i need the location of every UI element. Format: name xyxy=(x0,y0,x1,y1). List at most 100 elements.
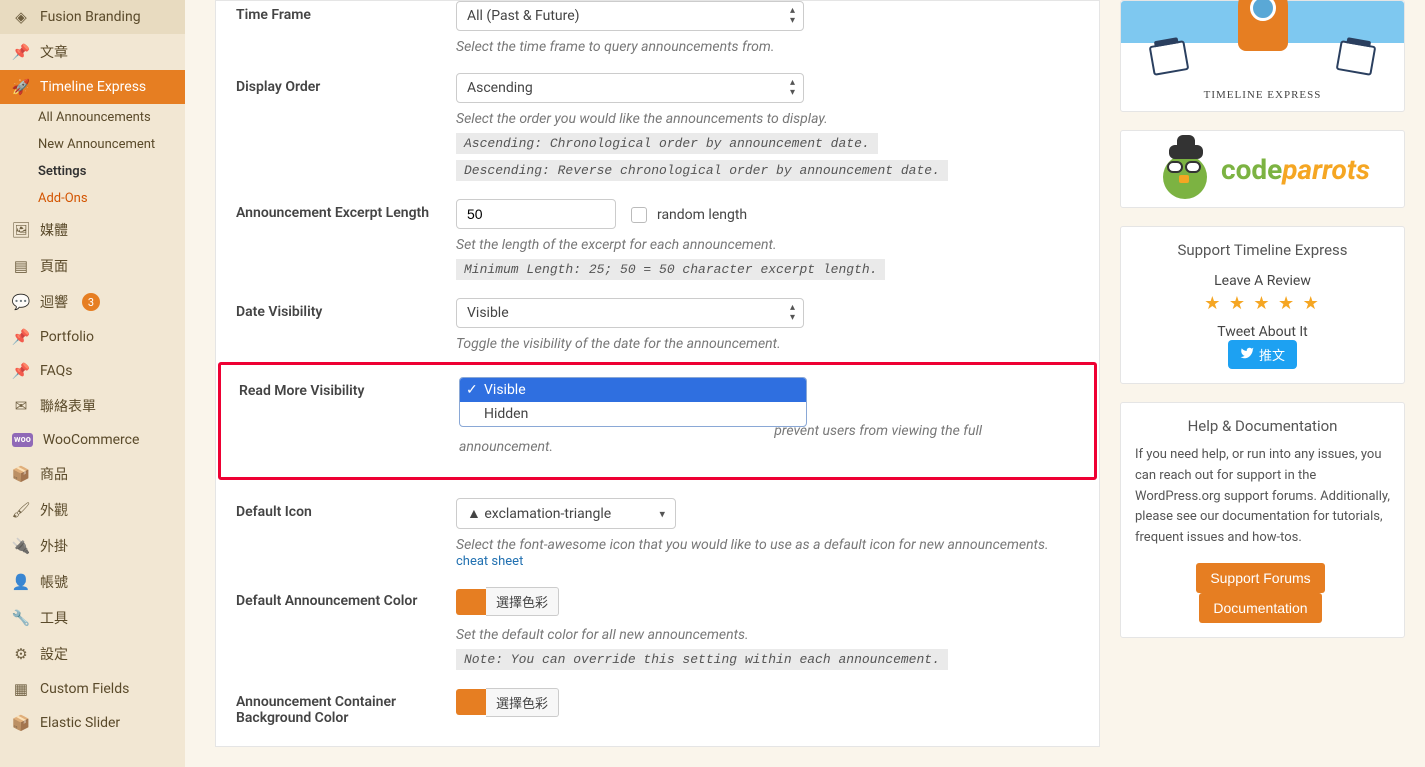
sidebar-label: 外觀 xyxy=(40,500,68,520)
support-forums-button[interactable]: Support Forums xyxy=(1196,563,1324,593)
sidebar-label: Fusion Branding xyxy=(40,9,141,25)
dropdown-option-hidden[interactable]: Hidden xyxy=(460,402,806,426)
sidebar-label: Elastic Slider xyxy=(40,715,120,731)
twitter-icon xyxy=(1240,346,1254,363)
grid-icon: ▦ xyxy=(12,680,30,698)
documentation-button[interactable]: Documentation xyxy=(1199,593,1321,623)
codeparrots-logo-text: codeparrots xyxy=(1221,153,1370,186)
label-random-length: random length xyxy=(657,207,747,223)
sidebar-label: 頁面 xyxy=(40,256,68,276)
card-help-docs: Help & Documentation If you need help, o… xyxy=(1120,402,1405,638)
sidebar-item-6[interactable]: 📌 Portfolio xyxy=(0,320,185,354)
sidebar-item-7[interactable]: 📌FAQs xyxy=(0,354,185,388)
field-default-icon: Default Icon ▲ exclamation-triangle ▾ Se… xyxy=(236,480,1079,569)
pin-icon: 📌 xyxy=(12,328,30,346)
sidebar-label: 設定 xyxy=(40,644,68,664)
admin-sidebar: ◈Fusion Branding📌文章🚀Timeline ExpressAll … xyxy=(0,0,185,767)
sidebar-sub-1[interactable]: New Announcement xyxy=(0,131,185,158)
help-default-color: Set the default color for all new announ… xyxy=(456,627,1079,643)
tweet-button[interactable]: 推文 xyxy=(1228,340,1297,369)
main-area: Time Frame All (Past & Future) ▴▾ Select… xyxy=(185,0,1425,767)
sidebar-item-1[interactable]: 📌文章 xyxy=(0,34,185,70)
sidebar-item-4[interactable]: ▤ 頁面 xyxy=(0,248,185,284)
code-excerpt-length: Minimum Length: 25; 50 = 50 character ex… xyxy=(456,259,885,280)
chevron-down-icon: ▾ xyxy=(659,507,665,520)
dropdown-list: Visible Hidden xyxy=(459,377,807,427)
rocket-illustration xyxy=(1121,1,1404,71)
sidebar-item-12[interactable]: 🔌外掛 xyxy=(0,528,185,564)
sidebar-item-8[interactable]: ✉ 聯絡表單 xyxy=(0,388,185,424)
sidebar-label: 工具 xyxy=(40,608,68,628)
select-time-frame-value: All (Past & Future) xyxy=(467,8,580,24)
label-excerpt-length: Announcement Excerpt Length xyxy=(236,199,456,280)
pin-icon: 📌 xyxy=(12,362,30,380)
wrench-icon: 🔧 xyxy=(12,609,30,627)
field-container-bg: Announcement Container Background Color … xyxy=(236,670,1079,726)
label-default-color: Default Announcement Color xyxy=(236,587,456,670)
sidebar-item-2[interactable]: 🚀Timeline Express xyxy=(0,70,185,104)
woo-icon: woo xyxy=(12,433,33,447)
right-column: TIMELINE EXPRESS codeparrots Support Tim… xyxy=(1120,0,1405,747)
sidebar-item-11[interactable]: 🖌 外觀 xyxy=(0,492,185,528)
page-icon: ▤ xyxy=(12,257,30,275)
color-picker-container-bg[interactable]: 選擇色彩 xyxy=(456,688,559,717)
select-read-more-open[interactable]: Visible Hidden xyxy=(459,377,807,415)
sidebar-label: 聯絡表單 xyxy=(40,396,96,416)
sidebar-item-9[interactable]: woo WooCommerce xyxy=(0,424,185,456)
select-display-order-value: Ascending xyxy=(467,80,533,96)
select-default-icon[interactable]: ▲ exclamation-triangle ▾ xyxy=(456,498,676,529)
link-cheat-sheet[interactable]: cheat sheet xyxy=(456,554,523,569)
rocket-label: TIMELINE EXPRESS xyxy=(1121,89,1404,101)
color-picker-label: 選擇色彩 xyxy=(486,587,559,616)
sidebar-item-5[interactable]: 💬迴響3 xyxy=(0,284,185,320)
color-picker-default[interactable]: 選擇色彩 xyxy=(456,587,559,616)
card-codeparrots[interactable]: codeparrots xyxy=(1120,130,1405,208)
sidebar-item-13[interactable]: 👤 帳號 xyxy=(0,564,185,600)
select-time-frame[interactable]: All (Past & Future) ▴▾ xyxy=(456,1,804,31)
chevron-updown-icon: ▴▾ xyxy=(790,78,795,98)
field-time-frame: Time Frame All (Past & Future) ▴▾ Select… xyxy=(236,1,1079,55)
user-icon: 👤 xyxy=(12,573,30,591)
sidebar-item-14[interactable]: 🔧 工具 xyxy=(0,600,185,636)
sidebar-label: 帳號 xyxy=(40,572,68,592)
field-date-visibility: Date Visibility Visible ▴▾ Toggle the vi… xyxy=(236,280,1079,352)
label-read-more: Read More Visibility xyxy=(239,377,459,455)
select-display-order[interactable]: Ascending ▴▾ xyxy=(456,73,804,103)
sidebar-sub-0[interactable]: All Announcements xyxy=(0,104,185,131)
sidebar-label: Timeline Express xyxy=(40,79,146,95)
checkbox-random-length[interactable] xyxy=(631,207,647,223)
calendar-icon xyxy=(1149,40,1190,76)
select-date-visibility-value: Visible xyxy=(467,305,509,321)
sidebar-item-15[interactable]: ⚙ 設定 xyxy=(0,636,185,672)
sidebar-sub-2[interactable]: Settings xyxy=(0,158,185,185)
sidebar-item-10[interactable]: 📦商品 xyxy=(0,456,185,492)
label-default-icon: Default Icon xyxy=(236,498,456,569)
sidebar-item-17[interactable]: 📦Elastic Slider xyxy=(0,706,185,740)
dropdown-option-visible[interactable]: Visible xyxy=(460,378,806,402)
star-rating[interactable]: ★ ★ ★ ★ ★ xyxy=(1135,293,1390,314)
color-picker-label: 選擇色彩 xyxy=(486,688,559,717)
sidebar-label: Portfolio xyxy=(40,329,94,345)
sidebar-label: WooCommerce xyxy=(43,432,140,448)
sidebar-item-16[interactable]: ▦ Custom Fields xyxy=(0,672,185,706)
brush-icon: 🖌 xyxy=(12,501,30,519)
sliders-icon: ⚙ xyxy=(12,645,30,663)
docs-title: Help & Documentation xyxy=(1135,417,1390,435)
docs-text: If you need help, or run into any issues… xyxy=(1135,445,1390,549)
field-excerpt-length: Announcement Excerpt Length random lengt… xyxy=(236,181,1079,280)
cube-icon: 📦 xyxy=(12,465,30,483)
comment-icon: 💬 xyxy=(12,293,30,311)
sidebar-sub-3[interactable]: Add-Ons xyxy=(0,185,185,212)
exclamation-triangle-icon: ▲ xyxy=(467,506,481,522)
sidebar-item-3[interactable]: 🖼媒體 xyxy=(0,212,185,248)
select-date-visibility[interactable]: Visible ▴▾ xyxy=(456,298,804,328)
highlight-read-more: Read More Visibility Visible Hidden Togg… xyxy=(218,362,1097,480)
code-asc: Ascending: Chronological order by announ… xyxy=(456,133,878,154)
sidebar-item-0[interactable]: ◈Fusion Branding xyxy=(0,0,185,34)
input-excerpt-length[interactable] xyxy=(456,199,616,229)
help-default-icon: Select the font-awesome icon that you wo… xyxy=(456,537,1079,569)
code-default-color: Note: You can override this setting with… xyxy=(456,649,948,670)
color-swatch-icon xyxy=(456,589,486,615)
sidebar-label: Custom Fields xyxy=(40,681,129,697)
envelope-icon: ✉ xyxy=(12,397,30,415)
